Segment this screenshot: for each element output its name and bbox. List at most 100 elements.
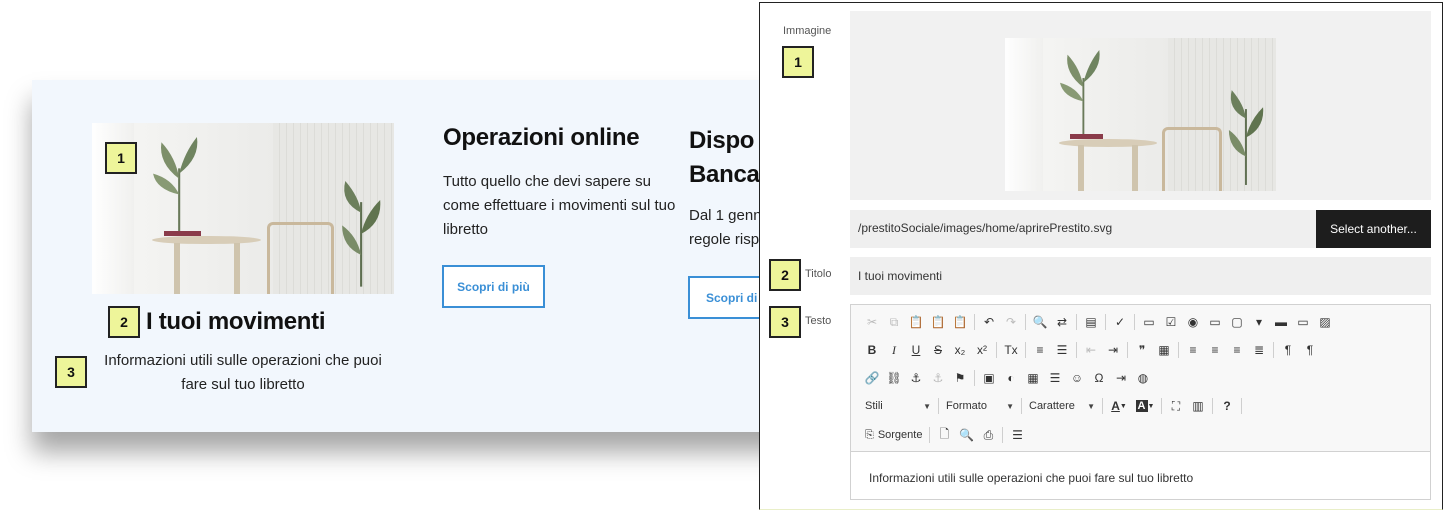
blockquote-icon[interactable]: ❞ <box>1131 340 1153 360</box>
strike-icon[interactable]: S <box>927 340 949 360</box>
cms-editor-panel: Immagine 1 /prestitoSociale/images/home/… <box>759 2 1443 510</box>
title-input[interactable]: I tuoi movimenti <box>850 257 1431 295</box>
image-preview-box <box>850 11 1431 200</box>
help-icon[interactable]: ? <box>1216 396 1238 416</box>
page-break-icon[interactable]: ⇥ <box>1110 368 1132 388</box>
italic-icon[interactable]: I <box>883 340 905 360</box>
styles-dropdown[interactable]: Stili ▼ <box>861 396 935 416</box>
select-another-button[interactable]: Select another... <box>1316 210 1431 248</box>
find-icon[interactable]: 🔍 <box>1029 312 1051 332</box>
image-field-label: Immagine <box>783 25 832 37</box>
superscript-icon[interactable]: x² <box>971 340 993 360</box>
image-button-icon[interactable]: ▭ <box>1292 312 1314 332</box>
image-preview <box>1005 38 1276 191</box>
image-path-value: /prestitoSociale/images/home/aprirePrest… <box>858 221 1113 235</box>
spellcheck-icon[interactable]: ✓ <box>1109 312 1131 332</box>
callout-2: 2 <box>769 259 801 291</box>
form-icon[interactable]: ▭ <box>1138 312 1160 332</box>
toolbar-row: ✂ ⧉ 📋 📋 📋 ↶ ↷ 🔍 ⇄ ▤ ✓ ▭ ☑ ◉ ▭ ▢ ▾ ▬ ▭ ▨ <box>861 312 1336 332</box>
card-title: I tuoi movimenti <box>146 308 326 335</box>
callout-3: 3 <box>769 306 801 338</box>
textarea-icon[interactable]: ▢ <box>1226 312 1248 332</box>
horizontal-rule-icon[interactable]: ☰ <box>1044 368 1066 388</box>
radio-icon[interactable]: ◉ <box>1182 312 1204 332</box>
align-right-icon[interactable]: ≡ <box>1226 340 1248 360</box>
show-blocks-icon[interactable]: ▥ <box>1187 396 1209 416</box>
font-dropdown[interactable]: Carattere ▼ <box>1025 396 1099 416</box>
print-icon[interactable]: ⎙ <box>977 425 999 445</box>
flash-icon[interactable]: ◐ <box>1000 368 1022 388</box>
replace-icon[interactable]: ⇄ <box>1051 312 1073 332</box>
callout-1: 1 <box>105 142 137 174</box>
anchor-icon[interactable]: ⚓ <box>905 368 927 388</box>
button-icon[interactable]: ▬ <box>1270 312 1292 332</box>
textfield-icon[interactable]: ▭ <box>1204 312 1226 332</box>
toolbar-row: 🔗 ⛓ ⚓ ⚓ ⚑ ▣ ◐ ▦ ☰ ☺ Ω ⇥ ◍ <box>861 368 1154 388</box>
text-field-label: Testo <box>805 315 832 327</box>
editor-content[interactable]: Informazioni utili sulle operazioni che … <box>869 471 1193 485</box>
card-image <box>92 123 394 294</box>
bulleted-list-icon[interactable]: ☰ <box>1051 340 1073 360</box>
screenshot-stage: 1 2 I tuoi movimenti 3 Informazioni util… <box>0 0 1445 512</box>
special-char-icon[interactable]: Ω <box>1088 368 1110 388</box>
flag-icon[interactable]: ⚑ <box>949 368 971 388</box>
undo-icon[interactable]: ↶ <box>978 312 1000 332</box>
select-all-icon[interactable]: ▤ <box>1080 312 1102 332</box>
plant-illustration <box>153 136 198 231</box>
bold-icon[interactable]: B <box>861 340 883 360</box>
underline-icon[interactable]: U <box>905 340 927 360</box>
title-input-value: I tuoi movimenti <box>858 269 943 283</box>
iframe-icon[interactable]: ◍ <box>1132 368 1154 388</box>
toolbar-row: Stili ▼ Formato ▼ Carattere ▼ A ▼ A ▼ ⛶ ▥ ? <box>861 396 1245 416</box>
paste-icon[interactable]: 📋 <box>905 312 927 332</box>
homepage-preview: 1 2 I tuoi movimenti 3 Informazioni util… <box>32 80 792 432</box>
format-dropdown[interactable]: Formato ▼ <box>942 396 1018 416</box>
paste-text-icon[interactable]: 📋 <box>927 312 949 332</box>
editor-toolbar: ✂ ⧉ 📋 📋 📋 ↶ ↷ 🔍 ⇄ ▤ ✓ ▭ ☑ ◉ ▭ ▢ ▾ ▬ ▭ ▨ B I U Sx₂ x² Tx ≡ ☰ ⇤ ⇥ ❞ ▦ ≡ ≡ ≡… <box>851 305 1430 452</box>
subscript-icon[interactable]: x₂ <box>949 340 971 360</box>
source-button[interactable]: ⎘ Sorgente <box>861 429 926 442</box>
image-path-field[interactable]: /prestitoSociale/images/home/aprirePrest… <box>850 210 1431 248</box>
align-center-icon[interactable]: ≡ <box>1204 340 1226 360</box>
link-icon[interactable]: 🔗 <box>861 368 883 388</box>
background-color-icon[interactable]: A ▼ <box>1132 396 1158 416</box>
image-icon[interactable]: ▣ <box>978 368 1000 388</box>
toolbar-row: ⎘ Sorgente 🗋 🔍 ⎙ ☰ <box>861 425 1028 445</box>
discover-more-button[interactable]: Scopri di più <box>442 265 545 308</box>
table-icon[interactable]: ▦ <box>1022 368 1044 388</box>
card-description: Informazioni utili sulle operazioni che … <box>104 352 382 393</box>
callout-2: 2 <box>108 306 140 338</box>
hidden-field-icon[interactable]: ▨ <box>1314 312 1336 332</box>
redo-icon[interactable]: ↷ <box>1000 312 1022 332</box>
maximize-icon[interactable]: ⛶ <box>1165 396 1187 416</box>
callout-1: 1 <box>782 46 814 78</box>
select-field-icon[interactable]: ▾ <box>1248 312 1270 332</box>
unlink-icon[interactable]: ⛓ <box>883 368 905 388</box>
card-title: Operazioni online <box>443 124 640 151</box>
anchor-remove-icon[interactable]: ⚓ <box>927 368 949 388</box>
title-field-label: Titolo <box>805 268 832 280</box>
source-icon: ⎘ <box>865 428 874 441</box>
numbered-list-icon[interactable]: ≡ <box>1029 340 1051 360</box>
plant-illustration <box>1060 50 1100 135</box>
div-icon[interactable]: ▦ <box>1153 340 1175 360</box>
indent-icon[interactable]: ⇥ <box>1102 340 1124 360</box>
paste-word-icon[interactable]: 📋 <box>949 312 971 332</box>
preview-icon[interactable]: 🔍 <box>955 425 977 445</box>
new-page-icon[interactable]: 🗋 <box>933 425 955 445</box>
card-title: Dispo Banca <box>689 127 760 188</box>
remove-format-icon[interactable]: Tx <box>1000 340 1022 360</box>
text-color-icon[interactable]: A ▼ <box>1106 396 1132 416</box>
justify-icon[interactable]: ≣ <box>1248 340 1270 360</box>
cut-icon[interactable]: ✂ <box>861 312 883 332</box>
rtl-icon[interactable]: ¶ <box>1299 340 1321 360</box>
card-description: Tutto quello che devi sapere su come eff… <box>443 173 676 238</box>
align-left-icon[interactable]: ≡ <box>1182 340 1204 360</box>
plant-illustration <box>341 181 381 287</box>
checkbox-icon[interactable]: ☑ <box>1160 312 1182 332</box>
templates-icon[interactable]: ☰ <box>1006 425 1028 445</box>
ltr-icon[interactable]: ¶ <box>1277 340 1299 360</box>
smiley-icon[interactable]: ☺ <box>1066 368 1088 388</box>
copy-icon[interactable]: ⧉ <box>883 312 905 332</box>
outdent-icon[interactable]: ⇤ <box>1080 340 1102 360</box>
